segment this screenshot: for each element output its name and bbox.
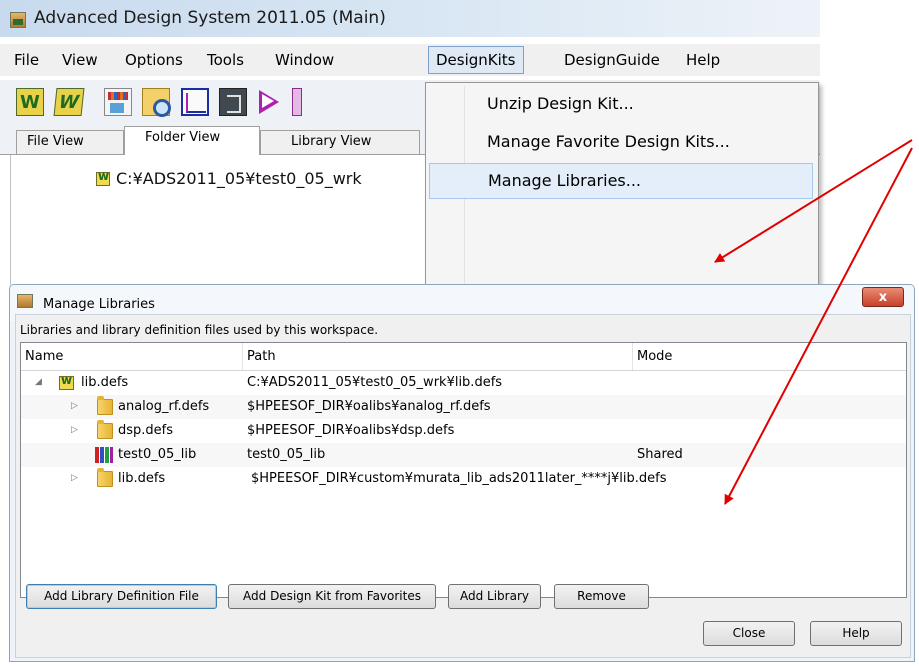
workspace-lib-icon [59,373,74,390]
layout-icon[interactable] [219,88,247,116]
symbol-icon[interactable] [256,88,284,116]
collapse-arrow-icon[interactable]: ◢ [35,377,42,387]
help-button[interactable]: Help [810,621,902,646]
tab-folder-view[interactable]: Folder View [124,126,260,155]
row-path: test0_05_lib [247,447,326,462]
row-path: $HPEESOF_DIR¥custom¥murata_lib_ads2011la… [251,471,667,486]
column-header-name[interactable]: Name [21,343,243,370]
menu-tools[interactable]: Tools [207,51,244,69]
dialog-description: Libraries and library definition files u… [20,323,379,337]
open-workspace-icon[interactable] [53,88,85,116]
table-row[interactable]: ▷ analog_rf.defs $HPEESOF_DIR¥oalibs¥ana… [21,395,906,419]
main-title-bar[interactable]: Advanced Design System 2011.05 (Main) [0,0,820,37]
pane-border [10,155,11,285]
menu-item-unzip-design-kit[interactable]: Unzip Design Kit... [429,87,813,123]
menu-designguide[interactable]: DesignGuide [564,51,660,69]
ads-app-icon [17,294,33,308]
add-design-kit-from-favorites-button[interactable]: Add Design Kit from Favorites [228,584,436,609]
row-name: analog_rf.defs [118,399,210,414]
workspace-path: C:¥ADS2011_05¥test0_05_wrk [116,169,362,188]
menu-help[interactable]: Help [686,51,720,69]
workspace-icon [96,169,110,186]
menu-view[interactable]: View [62,51,98,69]
row-name: dsp.defs [118,423,174,438]
ads-app-icon [10,12,26,28]
workspace-node[interactable]: C:¥ADS2011_05¥test0_05_wrk [96,169,362,188]
row-path: $HPEESOF_DIR¥oalibs¥analog_rf.defs [247,399,491,414]
add-library-definition-file-button[interactable]: Add Library Definition File [26,584,217,609]
row-name: lib.defs [118,471,166,486]
row-name: test0_05_lib [118,447,197,462]
menu-item-manage-favorite-kits[interactable]: Manage Favorite Design Kits... [429,125,813,161]
table-row[interactable]: ▷ dsp.defs $HPEESOF_DIR¥oalibs¥dsp.defs [21,419,906,443]
row-mode: Shared [637,447,683,462]
close-button[interactable]: Close [703,621,795,646]
row-path: C:¥ADS2011_05¥test0_05_wrk¥lib.defs [247,375,503,390]
library-icon [95,447,113,463]
table-row[interactable]: test0_05_lib test0_05_lib Shared [21,443,906,467]
menu-bar: File View Options Tools Window DesignKit… [0,44,820,76]
add-library-button[interactable]: Add Library [448,584,541,609]
tab-library-view[interactable]: Library View [260,130,420,154]
schematic-icon[interactable] [181,88,209,116]
main-window-title: Advanced Design System 2011.05 (Main) [34,8,386,28]
column-header-mode[interactable]: Mode [633,343,906,370]
expand-arrow-icon[interactable]: ▷ [71,425,78,435]
row-name: lib.defs [81,375,129,390]
library-icon[interactable] [104,88,132,116]
designkits-dropdown: Unzip Design Kit... Manage Favorite Desi… [425,82,819,292]
search-icon[interactable] [142,88,171,117]
expand-arrow-icon[interactable]: ▷ [71,401,78,411]
expand-arrow-icon[interactable]: ▷ [71,473,78,483]
list-header: Name Path Mode [21,343,906,371]
menu-window[interactable]: Window [275,51,334,69]
menu-file[interactable]: File [14,51,39,69]
column-header-path[interactable]: Path [243,343,633,370]
tab-file-view[interactable]: File View [16,130,124,154]
row-path: $HPEESOF_DIR¥oalibs¥dsp.defs [247,423,455,438]
table-row[interactable]: ◢ lib.defs C:¥ADS2011_05¥test0_05_wrk¥li… [21,371,906,395]
partial-toolbar-icon[interactable] [292,88,302,116]
table-row[interactable]: ▷ lib.defs $HPEESOF_DIR¥custom¥murata_li… [21,467,906,491]
folder-icon [97,420,113,439]
new-workspace-icon[interactable] [16,88,44,116]
dialog-close-button[interactable]: x [862,287,904,307]
dialog-title: Manage Libraries [43,297,155,312]
menu-designkits[interactable]: DesignKits [428,46,524,74]
folder-icon [97,468,113,487]
folder-icon [97,396,113,415]
remove-button[interactable]: Remove [554,584,649,609]
menu-item-manage-libraries[interactable]: Manage Libraries... [429,163,813,199]
library-list: Name Path Mode ◢ lib.defs C:¥ADS2011_05¥… [20,342,907,598]
menu-options[interactable]: Options [125,51,183,69]
